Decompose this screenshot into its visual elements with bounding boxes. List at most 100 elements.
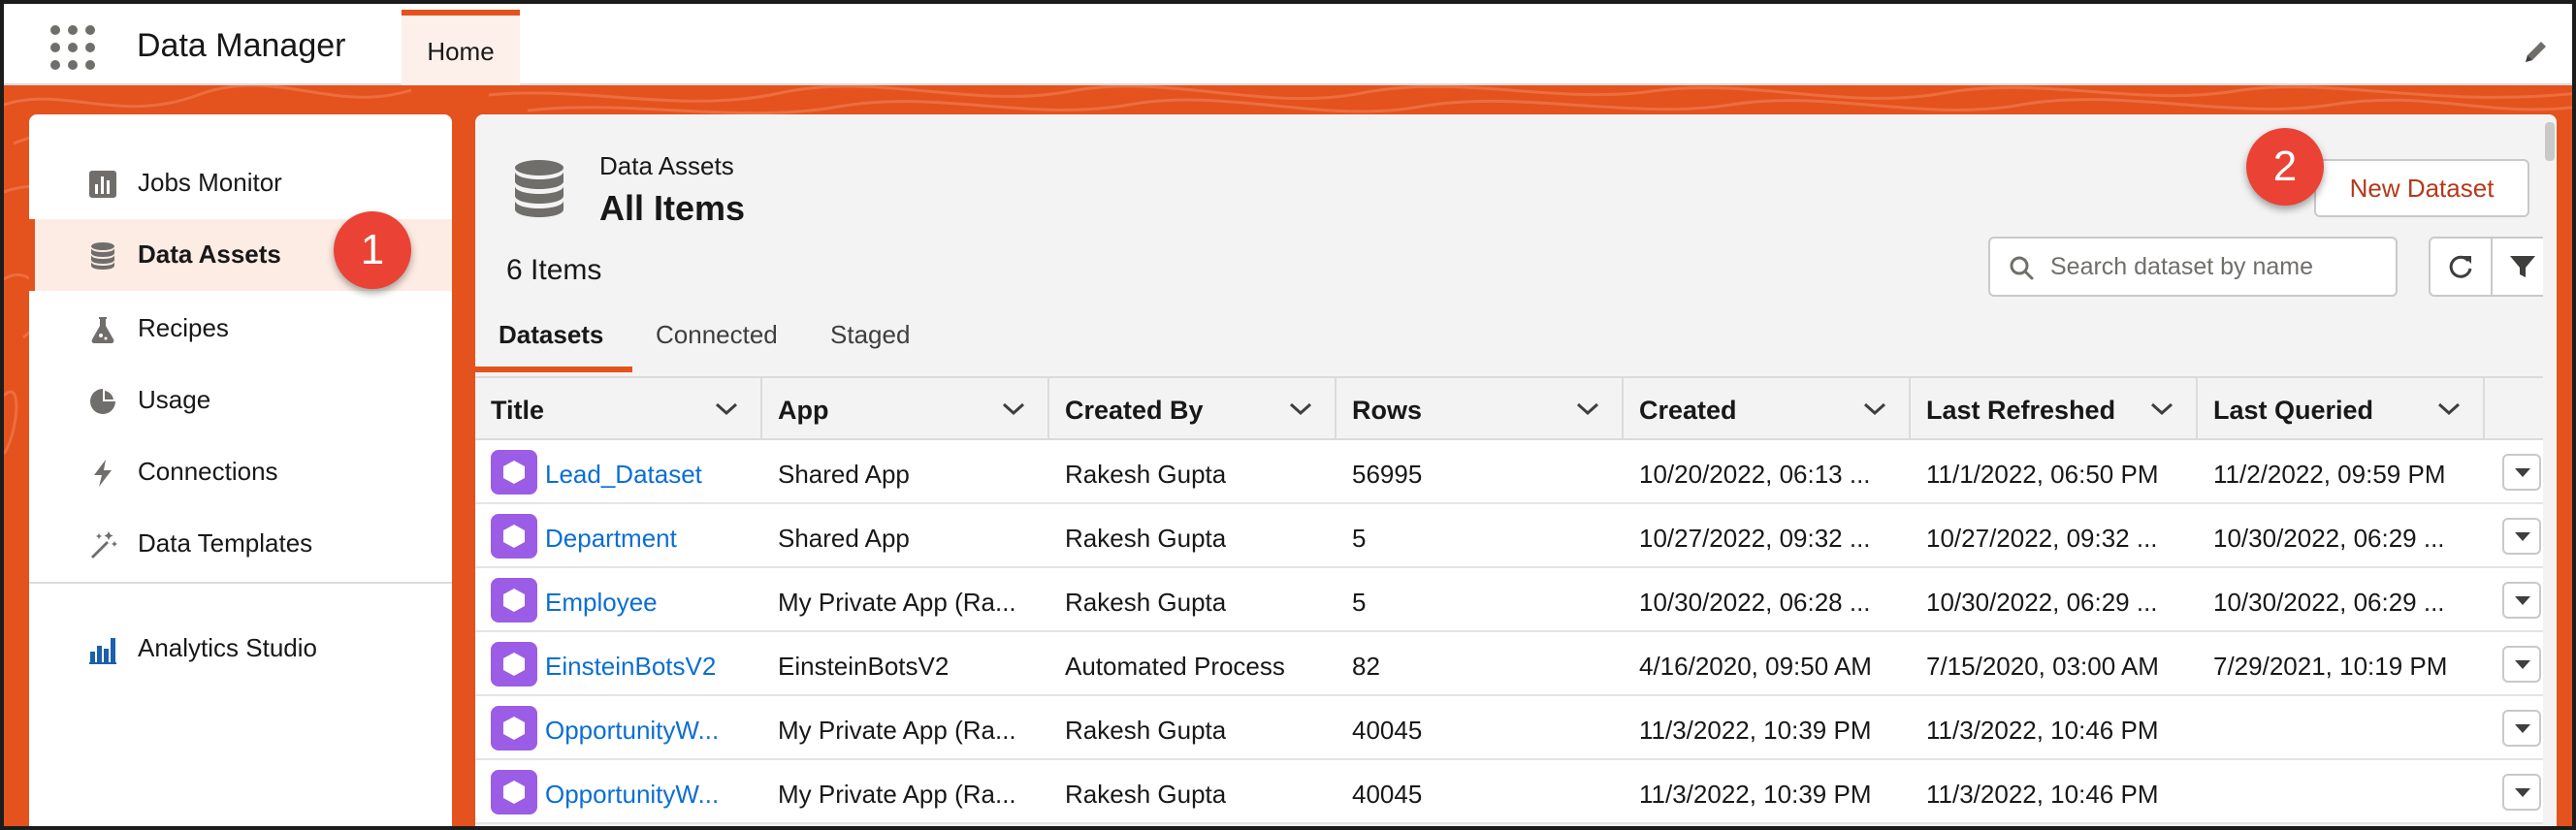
table-row[interactable]: Department Shared App Rakesh Gupta 5 10/27/2…	[475, 504, 2557, 568]
column-header-rows[interactable]: Rows	[1336, 378, 1624, 440]
row-actions-button[interactable]	[2502, 710, 2541, 747]
chevron-down-icon	[2515, 788, 2530, 797]
column-label: Title	[491, 396, 545, 425]
column-header-created[interactable]: Created	[1624, 378, 1911, 440]
table-cell: Shared App	[778, 460, 910, 489]
dataset-title-link[interactable]: EinsteinBotsV2	[545, 652, 716, 682]
refresh-icon[interactable]	[2446, 252, 2475, 281]
search-input[interactable]	[2050, 248, 2380, 285]
table-cell: 7/15/2020, 03:00 AM	[1926, 652, 2159, 681]
dataset-title-link[interactable]: OpportunityW...	[545, 716, 719, 746]
dataset-title-link[interactable]: OpportunityW...	[545, 780, 719, 810]
table-cell: 11/3/2022, 10:39 PM	[1639, 716, 1872, 745]
chevron-down-icon[interactable]	[1575, 401, 1600, 417]
chevron-down-icon	[2515, 724, 2530, 733]
sidebar-item-data-templates[interactable]: Data Templates	[29, 508, 452, 580]
column-label: Created	[1639, 396, 1737, 425]
table-cell: Automated Process	[1065, 652, 1285, 681]
table-row[interactable]: OpportunityW... My Private App (Ra... Rake…	[475, 760, 2557, 824]
sidebar-item-recipes[interactable]: Recipes	[29, 293, 452, 365]
pie-chart-icon	[90, 389, 115, 414]
sidebar-divider	[29, 582, 452, 584]
chevron-down-icon[interactable]	[1862, 401, 1887, 417]
table-cell: 10/30/2022, 06:28 ...	[1639, 588, 1871, 617]
dataset-icon	[491, 450, 537, 495]
dataset-tabs: Datasets Connected Staged	[475, 306, 2557, 374]
column-header-created-by[interactable]: Created By	[1049, 378, 1336, 440]
callout-marker-1: 1	[334, 211, 411, 289]
dataset-title-link[interactable]: Employee	[545, 588, 658, 618]
scrollbar[interactable]	[2543, 114, 2557, 826]
table-row[interactable]: Lead_Dataset Shared App Rakesh Gupta 56995 1…	[475, 440, 2557, 504]
tab-home-label: Home	[427, 37, 495, 66]
chevron-down-icon	[2515, 532, 2530, 541]
column-header-title[interactable]: Title	[475, 378, 762, 440]
tab-datasets[interactable]: Datasets	[499, 320, 603, 350]
chevron-down-icon[interactable]	[1288, 401, 1313, 417]
page-subtitle: Data Assets	[599, 151, 734, 180]
column-label: Last Refreshed	[1926, 396, 2116, 425]
column-header-last-refreshed[interactable]: Last Refreshed	[1911, 378, 2198, 440]
dataset-icon	[491, 514, 537, 559]
global-header: Data Manager Home	[4, 4, 2572, 85]
table-row[interactable]: Employee My Private App (Ra... Rakesh Gupt…	[475, 568, 2557, 632]
table-cell: Rakesh Gupta	[1065, 460, 1227, 489]
row-actions-button[interactable]	[2502, 518, 2541, 555]
chevron-down-icon	[2515, 596, 2530, 605]
database-icon	[515, 160, 564, 217]
row-actions-button[interactable]	[2502, 646, 2541, 683]
dataset-title-link[interactable]: Lead_Dataset	[545, 460, 702, 490]
tab-staged[interactable]: Staged	[830, 320, 910, 350]
analytics-icon	[89, 638, 116, 664]
row-actions-button[interactable]	[2502, 454, 2541, 491]
sidebar-item-label: Analytics Studio	[138, 633, 317, 662]
sidebar-item-jobs-monitor[interactable]: Jobs Monitor	[29, 147, 452, 219]
database-icon	[91, 242, 114, 270]
table-cell: 10/27/2022, 09:32 ...	[1926, 524, 2158, 553]
magic-wand-icon	[91, 531, 117, 559]
sidebar-item-label: Usage	[138, 385, 211, 414]
sidebar-item-label: Data Assets	[138, 239, 281, 269]
scrollbar-thumb[interactable]	[2545, 122, 2555, 161]
pencil-icon[interactable]	[2522, 37, 2551, 66]
table-cell: 11/3/2022, 10:46 PM	[1926, 780, 2159, 809]
column-label: Created By	[1065, 396, 1204, 425]
tab-home[interactable]: Home	[402, 10, 520, 85]
sidebar-item-label: Connections	[138, 457, 278, 486]
list-actions	[2429, 237, 2553, 297]
column-header-last-queried[interactable]: Last Queried	[2198, 378, 2485, 440]
chevron-down-icon[interactable]	[714, 401, 739, 417]
column-header-app[interactable]: App	[762, 378, 1049, 440]
tab-connected[interactable]: Connected	[656, 320, 778, 350]
table-cell: 11/3/2022, 10:46 PM	[1926, 716, 2159, 745]
table-cell: Shared App	[778, 524, 910, 553]
lightning-icon	[94, 460, 112, 487]
table-cell: 10/30/2022, 06:29 ...	[2213, 524, 2445, 553]
table-row[interactable]: EinsteinBotsV2 EinsteinBotsV2 Automated Pr…	[475, 632, 2557, 696]
callout-marker-2: 2	[2246, 128, 2324, 206]
filter-icon[interactable]	[2508, 252, 2537, 281]
table-cell: 11/3/2022, 10:39 PM	[1639, 780, 1872, 809]
search-box	[1988, 237, 2398, 297]
row-actions-button[interactable]	[2502, 582, 2541, 619]
table-cell: 10/30/2022, 06:29 ...	[2213, 588, 2445, 617]
window: Data Manager Home Jobs Monitor Data Asse…	[0, 0, 2576, 830]
table-row[interactable]: OpportunityW... My Private App (Ra... Rake…	[475, 696, 2557, 760]
table-cell: 4/16/2020, 09:50 AM	[1639, 652, 1872, 681]
app-launcher-icon[interactable]	[50, 25, 95, 70]
flask-icon	[91, 317, 114, 343]
table-cell: My Private App (Ra...	[778, 780, 1016, 809]
item-count: 6 Items	[506, 254, 602, 286]
sidebar-item-connections[interactable]: Connections	[29, 436, 452, 508]
table-cell: 5	[1352, 524, 1367, 553]
chevron-down-icon[interactable]	[1001, 401, 1026, 417]
new-dataset-button[interactable]: New Dataset	[2314, 159, 2529, 217]
sidebar-item-usage[interactable]: Usage	[29, 365, 452, 436]
table-cell: My Private App (Ra...	[778, 588, 1016, 617]
dataset-title-link[interactable]: Department	[545, 524, 677, 554]
chevron-down-icon[interactable]	[2149, 401, 2174, 417]
table-cell: 40045	[1352, 780, 1423, 809]
sidebar-item-analytics-studio[interactable]: Analytics Studio	[29, 613, 452, 685]
row-actions-button[interactable]	[2502, 774, 2541, 811]
chevron-down-icon[interactable]	[2436, 401, 2462, 417]
